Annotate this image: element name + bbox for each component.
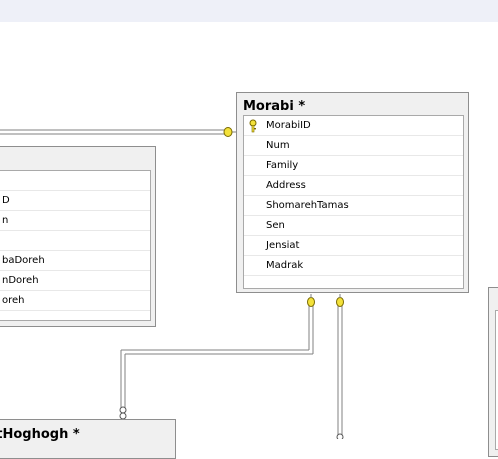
table-title-bottom: htHoghogh *	[0, 427, 80, 442]
key-connector-icon	[336, 297, 344, 307]
column-name: MorabiID	[266, 120, 311, 131]
column-name: oreh	[2, 295, 25, 306]
table-right-partial[interactable]	[488, 287, 498, 457]
table-bottom-partial[interactable]: htHoghogh *	[0, 419, 176, 459]
column-name: nDoreh	[2, 275, 39, 286]
key-connector-icon	[307, 297, 315, 307]
key-connector-icon	[223, 127, 233, 137]
column-name: Sen	[266, 220, 285, 231]
column-row[interactable]: Sen	[244, 216, 463, 236]
table-title-morabi: Morabi *	[243, 99, 306, 114]
column-row[interactable]: D	[0, 191, 150, 211]
column-row[interactable]	[0, 171, 150, 191]
column-row-empty[interactable]	[244, 276, 463, 292]
column-row[interactable]: baDoreh	[0, 251, 150, 271]
column-name: n	[2, 215, 9, 226]
table-morabi[interactable]: Morabi * MorabiID Num Family Address Sho…	[236, 92, 469, 293]
column-row[interactable]: MorabiID	[244, 116, 463, 136]
column-row[interactable]: ShomarehTamas	[244, 196, 463, 216]
column-row[interactable]	[0, 231, 150, 251]
column-name: Num	[266, 140, 290, 151]
column-name: ShomarehTamas	[266, 200, 349, 211]
column-name: Family	[266, 160, 299, 171]
column-row[interactable]: oreh	[0, 291, 150, 311]
column-name: baDoreh	[2, 255, 45, 266]
column-row[interactable]: Address	[244, 176, 463, 196]
column-row[interactable]: Num	[244, 136, 463, 156]
column-name: Jensiat	[266, 240, 300, 251]
table-left-partial[interactable]: D n baDoreh nDoreh oreh	[0, 146, 156, 327]
column-row[interactable]: Family	[244, 156, 463, 176]
column-list: D n baDoreh nDoreh oreh	[0, 170, 151, 321]
column-row[interactable]: Jensiat	[244, 236, 463, 256]
relationship-line-left-to-morabi[interactable]	[0, 127, 237, 137]
column-name: Address	[266, 180, 306, 191]
column-row[interactable]: Madrak	[244, 256, 463, 276]
relationship-line-morabi-to-offscreen[interactable]	[336, 294, 344, 439]
infinity-connector-icon	[119, 406, 127, 414]
column-list: MorabiID Num Family Address ShomarehTama…	[243, 115, 464, 289]
key-icon	[249, 119, 257, 133]
column-name: Madrak	[266, 260, 304, 271]
column-name: D	[2, 195, 10, 206]
column-row[interactable]: n	[0, 211, 150, 231]
column-row[interactable]: nDoreh	[0, 271, 150, 291]
